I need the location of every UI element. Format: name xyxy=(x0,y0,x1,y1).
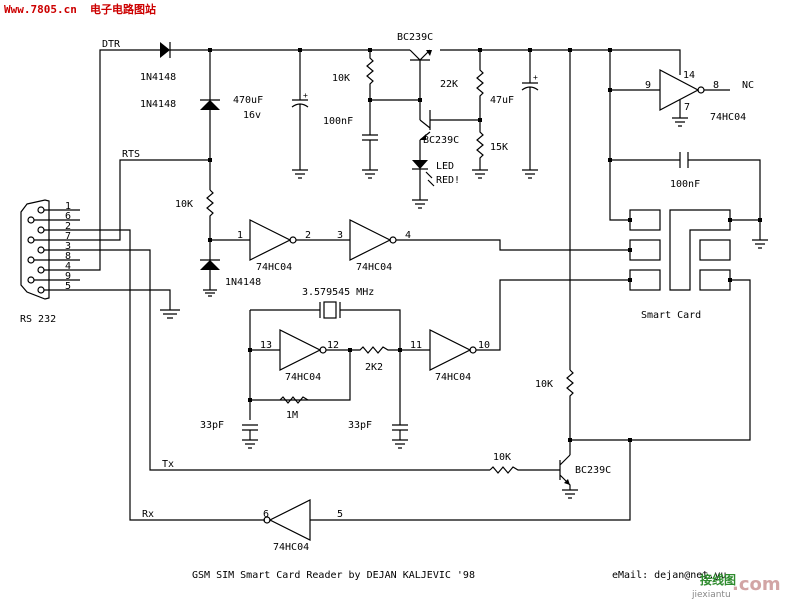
diode-d1 xyxy=(160,42,171,58)
transistor-q3 xyxy=(559,454,578,499)
resistor-15k xyxy=(472,120,488,179)
q2-label: BC239C xyxy=(423,135,459,146)
resistor-2k2 xyxy=(350,346,400,354)
watermark-cn: 接线图 xyxy=(700,572,736,587)
resistor-bias-10k xyxy=(366,50,374,100)
svg-text:74HC04: 74HC04 xyxy=(273,542,309,553)
svg-text:74HC04: 74HC04 xyxy=(285,372,321,383)
resistor-pullup xyxy=(566,369,574,455)
smart-card-contacts xyxy=(570,209,760,441)
r-bias-label: 10K xyxy=(332,73,350,84)
svg-text:3: 3 xyxy=(337,230,343,241)
resistor-rts xyxy=(206,189,214,240)
svg-text:10K: 10K xyxy=(535,379,553,390)
svg-text:8: 8 xyxy=(713,80,719,91)
capacitor-33pf-a xyxy=(242,424,258,449)
capacitor-33pf-b xyxy=(392,350,408,449)
dtr-label: DTR xyxy=(102,39,121,50)
capacitor-47uf: + xyxy=(521,50,539,179)
svg-text:74HC04: 74HC04 xyxy=(356,262,392,273)
capacitor-470uf: + xyxy=(291,50,309,179)
watermark-com: .com xyxy=(732,574,781,595)
svg-text:1: 1 xyxy=(237,230,243,241)
svg-text:BC239C: BC239C xyxy=(575,465,611,476)
transistor-q1 xyxy=(409,49,432,120)
svg-text:74HC04: 74HC04 xyxy=(435,372,471,383)
crystal-label: 3.579545 MHz xyxy=(302,287,374,298)
rts-label: RTS xyxy=(122,149,140,160)
svg-text:2K2: 2K2 xyxy=(365,362,383,373)
crystal xyxy=(319,301,341,319)
resistor-tx xyxy=(489,466,560,474)
watermark-pinyin: jiexiantu xyxy=(691,590,731,600)
svg-text:4: 4 xyxy=(405,230,411,241)
ic-label: 74HC04 xyxy=(710,112,746,123)
inverter-u1e xyxy=(400,279,630,371)
site-name: 电子电路图站 xyxy=(90,2,156,16)
c-bulk-voltage: 16v xyxy=(243,110,261,121)
c-decouple-label: 100nF xyxy=(670,179,700,190)
diode-d2 xyxy=(200,99,220,110)
svg-text:6: 6 xyxy=(263,509,269,520)
led-label-2: RED! xyxy=(436,175,460,186)
svg-text:74HC04: 74HC04 xyxy=(256,262,292,273)
serial-wires xyxy=(80,49,490,521)
footer-title: GSM SIM Smart Card Reader by DEJAN KALJE… xyxy=(192,570,475,581)
capacitor-decouple xyxy=(679,152,689,168)
led-red xyxy=(412,160,435,209)
svg-text:10: 10 xyxy=(478,340,490,351)
pin-label: 5 xyxy=(65,281,71,292)
connector-label: RS 232 xyxy=(20,314,56,325)
svg-text:10K: 10K xyxy=(493,452,511,463)
site-url: Www.7805.cn xyxy=(4,3,77,16)
svg-text:5: 5 xyxy=(337,509,343,520)
ground-icon xyxy=(752,239,768,249)
rs232-connector: 1 6 2 7 3 8 4 9 5 RS 232 xyxy=(20,199,80,325)
d1-label: 1N4148 xyxy=(140,72,176,83)
c-47u-label: 47uF xyxy=(490,95,514,106)
svg-text:12: 12 xyxy=(327,340,339,351)
svg-text:1M: 1M xyxy=(286,410,298,421)
c-bulk-label: 470uF xyxy=(233,95,263,106)
inverter-u1a xyxy=(249,219,350,261)
inverter-u1b xyxy=(349,219,630,261)
r-22k-label: 22K xyxy=(440,79,458,90)
nc-label: NC xyxy=(742,80,754,91)
svg-text:+: + xyxy=(533,73,538,82)
svg-text:7: 7 xyxy=(684,102,690,113)
svg-text:14: 14 xyxy=(683,70,695,81)
schematic-drawing: Www.7805.cn 电子电路图站 1 6 2 7 3 8 4 9 5 RS … xyxy=(4,2,781,600)
r-15k-label: 15K xyxy=(490,142,508,153)
svg-text:+: + xyxy=(303,91,308,100)
connector-pins xyxy=(27,206,80,294)
svg-text:33pF: 33pF xyxy=(348,420,372,431)
resistor-22k xyxy=(476,50,484,120)
svg-text:33pF: 33pF xyxy=(200,420,224,431)
tx-label: Tx xyxy=(162,459,174,470)
d2-label: 1N4148 xyxy=(140,99,176,110)
svg-text:2: 2 xyxy=(305,230,311,241)
rx-label: Rx xyxy=(142,509,154,520)
q1-label: BC239C xyxy=(397,32,433,43)
capacitor-100nf-bias xyxy=(362,100,378,179)
r-rts-label: 10K xyxy=(175,199,193,210)
d3-label: 1N4148 xyxy=(225,277,261,288)
inverter-u1c xyxy=(263,499,311,541)
led-label-1: LED xyxy=(436,161,454,172)
svg-text:9: 9 xyxy=(645,80,651,91)
svg-text:11: 11 xyxy=(410,340,422,351)
svg-text:13: 13 xyxy=(260,340,272,351)
smart-card-label: Smart Card xyxy=(641,310,701,321)
c-bias-label: 100nF xyxy=(323,116,353,127)
schematic-canvas: Www.7805.cn 电子电路图站 1 6 2 7 3 8 4 9 5 RS … xyxy=(0,0,800,600)
